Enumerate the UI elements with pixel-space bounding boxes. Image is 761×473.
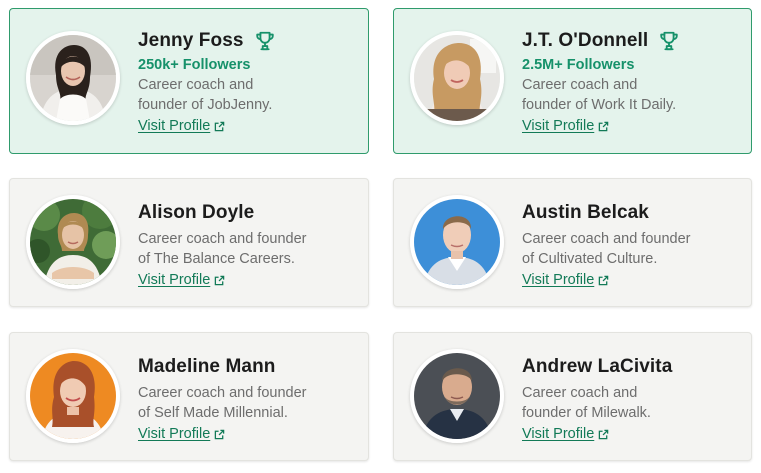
description-line: Career coach and founder <box>138 385 307 401</box>
trophy-icon <box>658 30 680 52</box>
coach-card-jenny-foss: Jenny Foss 250k+ Followers Career coach … <box>9 8 369 154</box>
avatar <box>26 349 120 443</box>
avatar-photo <box>30 353 116 439</box>
coach-card-jt-odonnell: J.T. O'Donnell 2.5M+ Followers Career co… <box>393 8 752 154</box>
avatar-photo <box>414 35 500 121</box>
coach-description: Career coach and founder of Work It Dail… <box>522 75 722 115</box>
external-link-icon <box>598 121 609 132</box>
coach-card-austin-belcak: Austin Belcak Career coach and founder o… <box>393 178 752 307</box>
description-line: Career coach and founder <box>138 231 307 247</box>
coach-name: Madeline Mann <box>138 356 276 377</box>
avatar <box>410 31 504 125</box>
description-line: founder of JobJenny. <box>138 97 273 113</box>
coach-description: Career coach and founder of Milewalk. <box>522 383 722 423</box>
visit-profile-label: Visit Profile <box>138 118 211 134</box>
visit-profile-label: Visit Profile <box>522 426 595 442</box>
coach-name: Austin Belcak <box>522 202 649 223</box>
follower-count: 2.5M+ Followers <box>522 57 635 73</box>
avatar <box>26 31 120 125</box>
description-line: founder of Work It Daily. <box>522 97 677 113</box>
coach-description: Career coach and founder of Cultivated C… <box>522 229 722 269</box>
description-line: Career coach and <box>522 77 638 93</box>
visit-profile-link[interactable]: Visit Profile <box>138 270 225 291</box>
coach-card-madeline-mann: Madeline Mann Career coach and founder o… <box>9 332 369 461</box>
coach-description: Career coach and founder of Self Made Mi… <box>138 383 338 423</box>
visit-profile-label: Visit Profile <box>522 118 595 134</box>
avatar-photo <box>414 199 500 285</box>
avatar-photo <box>30 35 116 121</box>
description-line: founder of Milewalk. <box>522 405 651 421</box>
avatar-photo <box>414 353 500 439</box>
trophy-icon <box>254 30 276 52</box>
visit-profile-label: Visit Profile <box>138 426 211 442</box>
visit-profile-label: Visit Profile <box>138 272 211 288</box>
external-link-icon <box>598 429 609 440</box>
avatar-photo <box>30 199 116 285</box>
description-line: Career coach and <box>522 385 638 401</box>
description-line: Career coach and <box>138 77 254 93</box>
coach-description: Career coach and founder of JobJenny. <box>138 75 338 115</box>
visit-profile-link[interactable]: Visit Profile <box>522 116 609 137</box>
description-line: Career coach and founder <box>522 231 691 247</box>
visit-profile-link[interactable]: Visit Profile <box>522 424 609 445</box>
description-line: of Cultivated Culture. <box>522 251 658 267</box>
avatar <box>410 195 504 289</box>
avatar <box>410 349 504 443</box>
visit-profile-link[interactable]: Visit Profile <box>138 424 225 445</box>
external-link-icon <box>214 121 225 132</box>
follower-count: 250k+ Followers <box>138 57 251 73</box>
coach-card-andrew-lacivita: Andrew LaCivita Career coach and founder… <box>393 332 752 461</box>
coach-grid: Jenny Foss 250k+ Followers Career coach … <box>0 0 761 473</box>
visit-profile-link[interactable]: Visit Profile <box>522 270 609 291</box>
visit-profile-label: Visit Profile <box>522 272 595 288</box>
coach-card-alison-doyle: Alison Doyle Career coach and founder of… <box>9 178 369 307</box>
coach-name: Andrew LaCivita <box>522 356 673 377</box>
external-link-icon <box>214 429 225 440</box>
description-line: of The Balance Careers. <box>138 251 295 267</box>
visit-profile-link[interactable]: Visit Profile <box>138 116 225 137</box>
external-link-icon <box>598 275 609 286</box>
coach-name: Alison Doyle <box>138 202 255 223</box>
external-link-icon <box>214 275 225 286</box>
avatar <box>26 195 120 289</box>
coach-description: Career coach and founder of The Balance … <box>138 229 338 269</box>
coach-name: J.T. O'Donnell <box>522 30 649 51</box>
description-line: of Self Made Millennial. <box>138 405 288 421</box>
coach-name: Jenny Foss <box>138 30 244 51</box>
